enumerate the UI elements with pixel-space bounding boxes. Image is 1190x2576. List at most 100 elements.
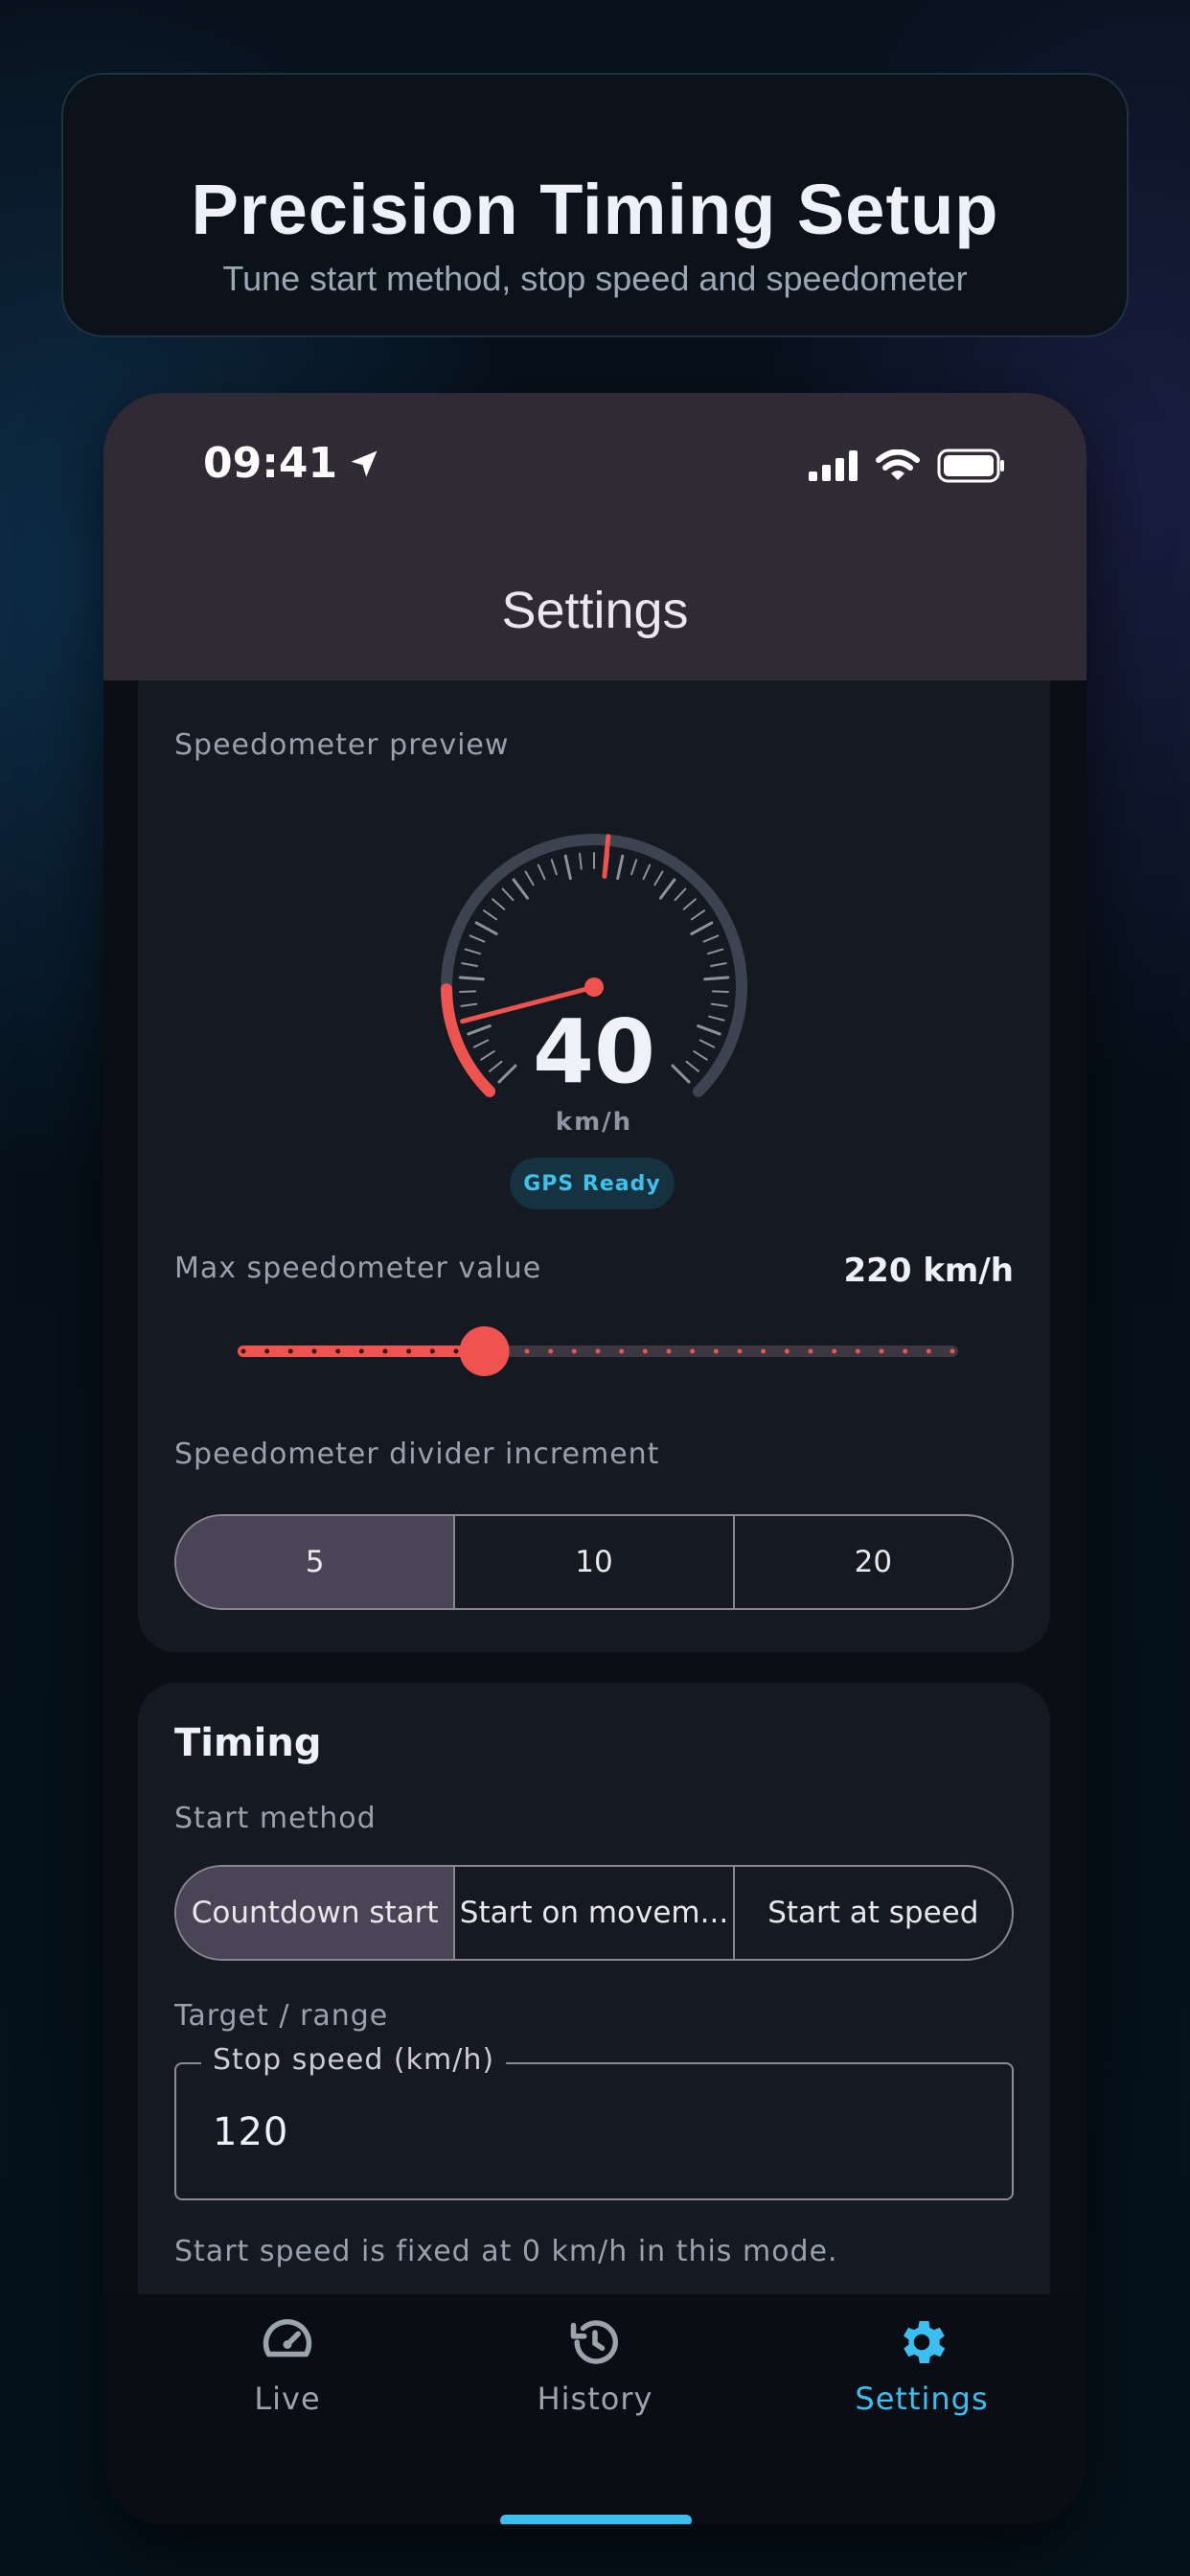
gauge-tick bbox=[524, 870, 535, 886]
slider-step-dot bbox=[595, 1348, 601, 1354]
slider-step-dot bbox=[879, 1348, 884, 1354]
tab-live-label: Live bbox=[254, 2380, 321, 2417]
slider-step-dot bbox=[926, 1348, 931, 1354]
start-method-selector: Countdown start Start on movem... Start … bbox=[174, 1865, 1014, 1961]
stop-speed-field-label: Stop speed (km/h) bbox=[201, 2043, 507, 2077]
divider-increment-label: Speedometer divider increment bbox=[174, 1438, 660, 1471]
bottom-tab-bar: Live History Settings bbox=[103, 2294, 1087, 2524]
slider-step-dot bbox=[666, 1348, 672, 1354]
slider-step-dot bbox=[311, 1348, 317, 1354]
slider-step-dot bbox=[335, 1348, 341, 1354]
gauge-tick bbox=[630, 859, 638, 876]
gauge-tick bbox=[460, 1002, 478, 1007]
tab-settings-label: Settings bbox=[855, 2380, 989, 2417]
slider-step-dot bbox=[950, 1348, 955, 1354]
status-icons bbox=[809, 448, 1006, 483]
hero-subtitle: Tune start method, stop speed and speedo… bbox=[222, 259, 968, 298]
location-arrow-icon bbox=[351, 450, 378, 476]
slider-step-dot bbox=[761, 1348, 767, 1354]
cellular-signal-icon bbox=[809, 450, 858, 481]
speedometer-gauge: 40 km/h bbox=[431, 824, 757, 1150]
gauge-tick bbox=[563, 854, 572, 881]
settings-content[interactable]: Speedometer preview 40 km/h GPS Ready Ma… bbox=[138, 680, 1050, 2354]
divider-option-5[interactable]: 5 bbox=[176, 1516, 456, 1608]
home-indicator bbox=[500, 2515, 692, 2524]
gauge-tick bbox=[458, 976, 485, 981]
gauge-tick bbox=[653, 870, 664, 886]
slider-step-dot bbox=[713, 1348, 719, 1354]
history-icon bbox=[570, 2320, 618, 2364]
gps-status-badge: GPS Ready bbox=[510, 1158, 675, 1209]
gauge-tick bbox=[703, 976, 730, 981]
status-time-text: 09:41 bbox=[203, 439, 338, 488]
gauge-tick bbox=[512, 878, 529, 900]
tab-live[interactable]: Live bbox=[182, 2313, 393, 2417]
slider-step-dot bbox=[832, 1348, 837, 1354]
start-method-label: Start method bbox=[174, 1802, 377, 1835]
stop-speed-field[interactable]: Stop speed (km/h) 120 bbox=[174, 2043, 1014, 2200]
gauge-tick bbox=[469, 934, 486, 943]
slider-step-dot bbox=[690, 1348, 696, 1354]
slider-step-dot bbox=[382, 1348, 388, 1354]
page-title: Settings bbox=[501, 582, 689, 639]
gauge-tick bbox=[459, 990, 477, 993]
slider-thumb[interactable] bbox=[459, 1326, 510, 1376]
tab-history[interactable]: History bbox=[490, 2313, 700, 2417]
target-range-label: Target / range bbox=[174, 1999, 389, 2033]
slider-step-dot bbox=[808, 1348, 813, 1354]
speedometer-icon bbox=[263, 2319, 312, 2358]
slider-step-dot bbox=[737, 1348, 743, 1354]
slider-step-dot bbox=[855, 1348, 860, 1354]
slider-step-dot bbox=[406, 1348, 412, 1354]
max-speedometer-label: Max speedometer value bbox=[174, 1252, 542, 1285]
slider-step-dot bbox=[358, 1348, 364, 1354]
slider-step-dot bbox=[571, 1348, 577, 1354]
gear-icon bbox=[904, 2321, 946, 2363]
status-time: 09:41 bbox=[203, 439, 381, 488]
gauge-tick bbox=[710, 1002, 728, 1007]
slider-step-dot bbox=[453, 1348, 459, 1354]
max-speedometer-value: 220 km/h bbox=[843, 1252, 1014, 1290]
divider-increment-selector: 5 10 20 bbox=[174, 1514, 1014, 1610]
slider-step-dot bbox=[619, 1348, 625, 1354]
gauge-tick bbox=[674, 887, 687, 902]
gauge-tick bbox=[464, 948, 482, 955]
gauge-tick bbox=[483, 909, 498, 921]
speedometer-card: Speedometer preview 40 km/h GPS Ready Ma… bbox=[138, 680, 1050, 1652]
speedometer-preview-label: Speedometer preview bbox=[174, 728, 510, 762]
divider-option-20[interactable]: 20 bbox=[735, 1516, 1012, 1608]
start-method-movement[interactable]: Start on movem... bbox=[455, 1867, 735, 1959]
gauge-tick bbox=[659, 878, 676, 900]
gauge-tick bbox=[711, 990, 729, 993]
stop-speed-input-value[interactable]: 120 bbox=[213, 2110, 288, 2154]
tab-history-label: History bbox=[537, 2380, 653, 2417]
gauge-tick bbox=[461, 962, 478, 967]
wifi-icon bbox=[876, 449, 920, 480]
app-top-bar: 09:41 Settings bbox=[103, 393, 1087, 680]
slider-step-dot bbox=[264, 1348, 270, 1354]
slider-step-dot bbox=[287, 1348, 293, 1354]
slider-step-dot bbox=[429, 1348, 435, 1354]
slider-step-dot bbox=[524, 1348, 530, 1354]
gauge-tick bbox=[501, 887, 515, 902]
gauge-tick bbox=[642, 863, 652, 881]
slider-step-dot bbox=[784, 1348, 790, 1354]
max-speed-slider[interactable] bbox=[234, 1322, 962, 1380]
divider-option-10[interactable]: 10 bbox=[455, 1516, 735, 1608]
tab-settings[interactable]: Settings bbox=[816, 2313, 1027, 2417]
start-method-speed[interactable]: Start at speed bbox=[735, 1867, 1012, 1959]
slider-step-dot bbox=[903, 1348, 908, 1354]
gauge-tick bbox=[537, 863, 546, 881]
gauge-tick bbox=[690, 921, 714, 935]
gauge-value: 40 bbox=[532, 1000, 656, 1103]
gauge-tick bbox=[492, 898, 506, 910]
timing-card: Timing Start method Countdown start Star… bbox=[138, 1683, 1050, 2354]
start-method-countdown[interactable]: Countdown start bbox=[176, 1867, 456, 1959]
gauge-tick bbox=[710, 962, 727, 967]
battery-icon bbox=[937, 448, 1004, 483]
gauge-needle-hub bbox=[584, 978, 604, 997]
phone-frame: 09:41 Settings Speedometer preview 40 km… bbox=[103, 393, 1087, 2524]
gauge-tick bbox=[579, 852, 583, 870]
slider-step-dot bbox=[548, 1348, 554, 1354]
stop-speed-helper-text: Start speed is fixed at 0 km/h in this m… bbox=[174, 2235, 838, 2268]
